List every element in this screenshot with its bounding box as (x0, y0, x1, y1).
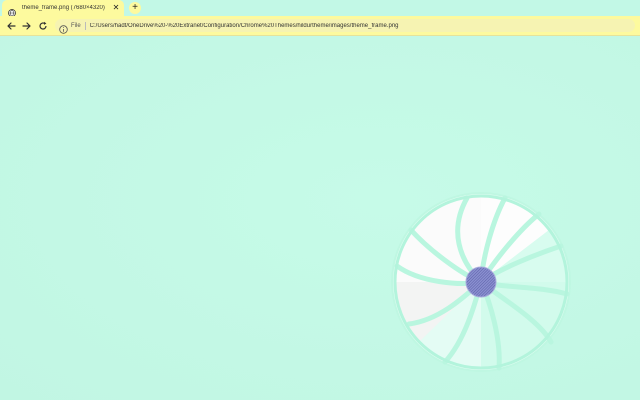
reload-icon (39, 21, 47, 30)
tab-theme-frame[interactable]: theme_frame.png (7680×4320) ✕ (2, 0, 124, 17)
reload-button[interactable] (37, 20, 49, 32)
tab-title: theme_frame.png (7680×4320) (22, 5, 105, 11)
url-text[interactable]: C:/Users/hadt/OneDrive%20-%20Extranet/Co… (90, 23, 399, 29)
new-tab-button[interactable]: + (129, 2, 141, 14)
back-button[interactable] (5, 20, 17, 32)
swirl-emblem-image (391, 192, 571, 372)
info-icon[interactable] (59, 21, 68, 34)
forward-button[interactable] (21, 20, 33, 32)
back-arrow-icon (7, 22, 16, 30)
plus-icon: + (132, 2, 138, 13)
omnibox-divider (84, 21, 86, 30)
close-icon[interactable]: ✕ (111, 4, 121, 12)
url-scheme-label: File (71, 22, 81, 29)
forward-arrow-icon (22, 22, 31, 30)
toolbar: File C:/Users/hadt/OneDrive%20-%20Extran… (0, 16, 640, 36)
globe-icon (8, 4, 16, 17)
tab-strip: theme_frame.png (7680×4320) ✕ + (0, 0, 640, 17)
address-bar[interactable]: File C:/Users/hadt/OneDrive%20-%20Extran… (55, 19, 635, 34)
